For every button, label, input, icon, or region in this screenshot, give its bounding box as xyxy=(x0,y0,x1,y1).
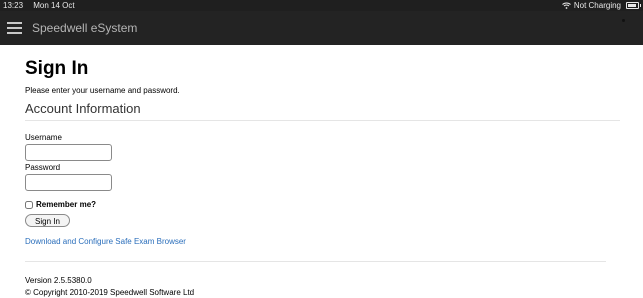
status-time: 13:23 xyxy=(3,1,24,10)
seb-download-link[interactable]: Download and Configure Safe Exam Browser xyxy=(25,237,620,247)
footer-divider xyxy=(25,261,606,262)
battery-icon xyxy=(626,2,641,9)
brand-title[interactable]: Speedwell eSystem xyxy=(32,21,137,36)
remember-checkbox[interactable] xyxy=(25,201,33,209)
remember-label: Remember me? xyxy=(36,200,97,209)
main-content: Sign In Please enter your username and p… xyxy=(25,45,620,298)
sign-in-button[interactable]: Sign In xyxy=(25,214,70,227)
menu-icon[interactable] xyxy=(7,22,22,34)
section-title: Account Information xyxy=(25,101,620,121)
intro-text: Please enter your username and password. xyxy=(25,86,180,95)
password-input[interactable] xyxy=(25,174,112,191)
navbar: Speedwell eSystem xyxy=(0,11,643,45)
version-text: Version 2.5.5380.0 xyxy=(25,276,92,285)
status-left: 13:23 Mon 14 Oct xyxy=(3,0,83,11)
wifi-icon xyxy=(562,2,571,9)
status-right: Not Charging xyxy=(562,0,641,11)
password-label: Password xyxy=(25,163,61,172)
page-title: Sign In xyxy=(25,58,89,79)
status-bar: 13:23 Mon 14 Oct Not Charging xyxy=(0,0,643,11)
username-input[interactable] xyxy=(25,144,112,161)
charging-status: Not Charging xyxy=(573,1,621,10)
username-label: Username xyxy=(25,133,62,142)
camera-dot xyxy=(622,19,625,22)
status-date: Mon 14 Oct xyxy=(33,1,75,10)
remember-me[interactable]: Remember me? xyxy=(25,200,620,210)
